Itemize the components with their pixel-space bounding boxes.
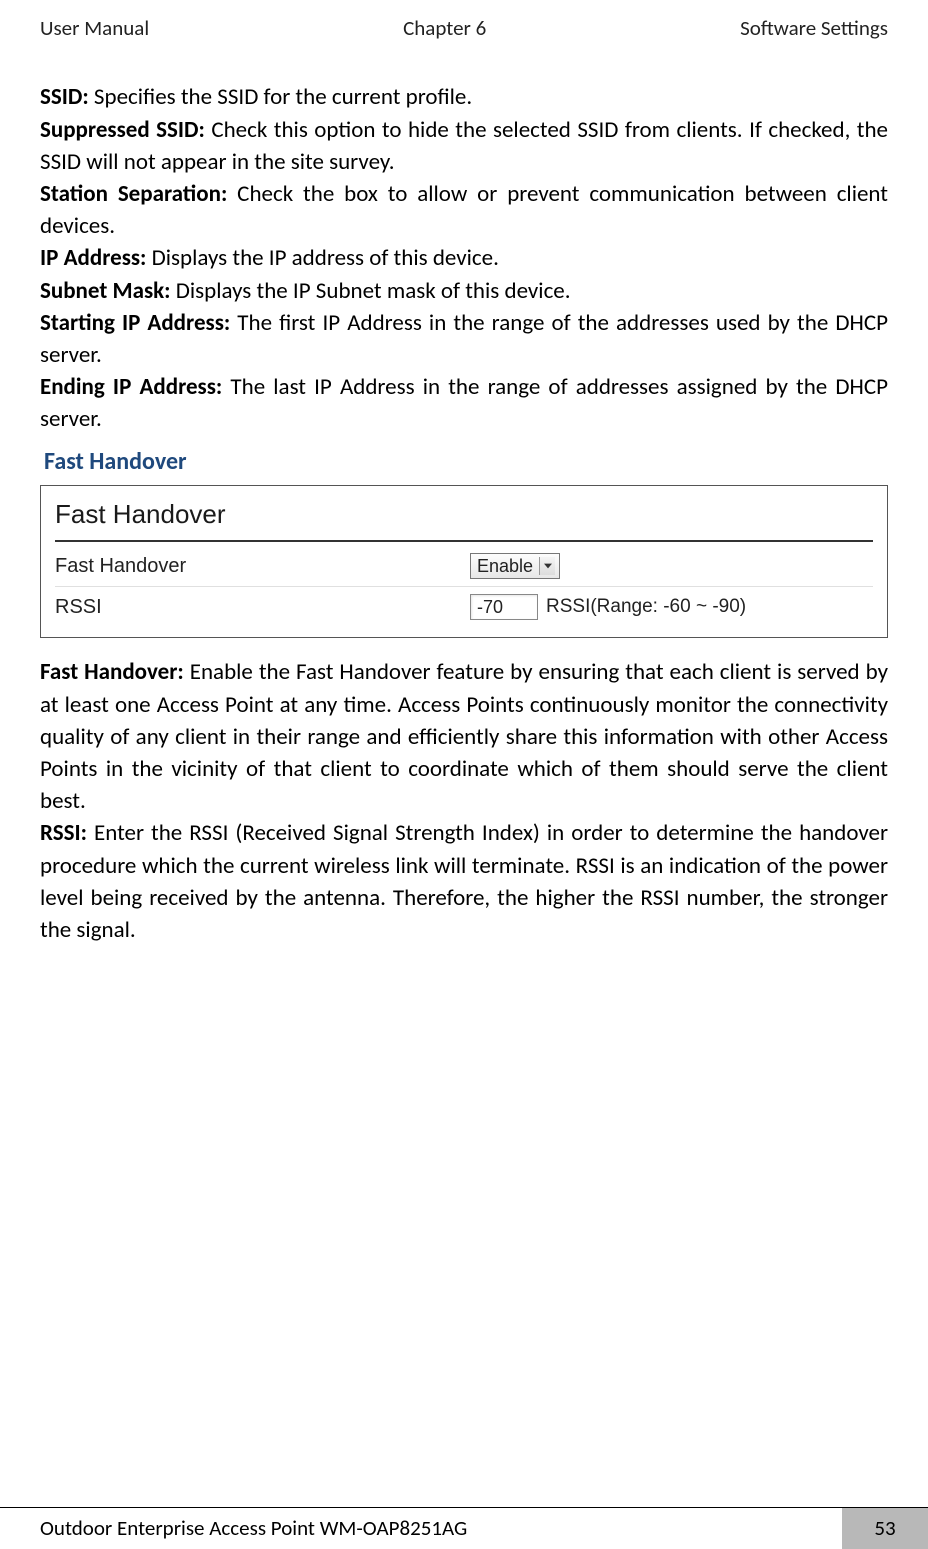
def-station-separation: Station Separation: Check the box to all…: [40, 178, 888, 242]
fast-handover-select-value: Enable: [477, 554, 539, 579]
fast-handover-panel: Fast Handover Fast Handover Enable RSSI …: [40, 485, 888, 638]
header-right: Software Settings: [740, 14, 888, 43]
panel-row-fast-handover: Fast Handover Enable: [55, 546, 873, 586]
text-ssid: Specifies the SSID for the current profi…: [89, 83, 472, 111]
footer-page-number: 53: [842, 1508, 928, 1549]
def-suppressed-ssid: Suppressed SSID: Check this option to hi…: [40, 114, 888, 178]
chevron-down-icon: [539, 557, 555, 575]
text-subnet-mask: Displays the IP Subnet mask of this devi…: [171, 277, 571, 305]
header-left: User Manual: [40, 14, 149, 43]
page-header: User Manual Chapter 6 Software Settings: [40, 14, 888, 43]
header-center: Chapter 6: [403, 14, 486, 43]
term-ssid: SSID:: [40, 83, 89, 111]
fast-handover-select[interactable]: Enable: [470, 553, 560, 579]
section-heading-fast-handover: Fast Handover: [44, 445, 888, 479]
text-rssi: Enter the RSSI (Received Signal Strength…: [40, 819, 888, 944]
page-footer: Outdoor Enterprise Access Point WM-OAP82…: [0, 1507, 928, 1549]
def-rssi: RSSI: Enter the RSSI (Received Signal St…: [40, 817, 888, 946]
term-suppressed-ssid: Suppressed SSID:: [40, 116, 205, 144]
term-starting-ip: Starting IP Address:: [40, 309, 230, 337]
rssi-input[interactable]: [470, 594, 538, 620]
term-rssi: RSSI:: [40, 819, 87, 847]
term-fast-handover: Fast Handover:: [40, 658, 184, 686]
def-subnet-mask: Subnet Mask: Displays the IP Subnet mask…: [40, 275, 888, 307]
panel-title: Fast Handover: [55, 496, 873, 532]
post-panel-text: Fast Handover: Enable the Fast Handover …: [40, 656, 888, 946]
term-ending-ip: Ending IP Address:: [40, 373, 222, 401]
term-station-separation: Station Separation:: [40, 180, 227, 208]
rssi-range-note: RSSI(Range: -60 ~ -90): [546, 594, 746, 621]
label-fast-handover: Fast Handover: [55, 552, 470, 580]
footer-title: Outdoor Enterprise Access Point WM-OAP82…: [0, 1508, 842, 1549]
def-starting-ip: Starting IP Address: The first IP Addres…: [40, 307, 888, 371]
term-subnet-mask: Subnet Mask:: [40, 277, 171, 305]
def-fast-handover: Fast Handover: Enable the Fast Handover …: [40, 656, 888, 817]
panel-divider: [55, 540, 873, 542]
term-ip-address: IP Address:: [40, 244, 146, 272]
def-ip-address: IP Address: Displays the IP address of t…: [40, 242, 888, 274]
label-rssi: RSSI: [55, 593, 470, 621]
def-ending-ip: Ending IP Address: The last IP Address i…: [40, 371, 888, 435]
text-ip-address: Displays the IP address of this device.: [146, 244, 498, 272]
def-ssid: SSID: Specifies the SSID for the current…: [40, 81, 888, 113]
panel-row-rssi: RSSI RSSI(Range: -60 ~ -90): [55, 586, 873, 627]
body-content: SSID: Specifies the SSID for the current…: [40, 81, 888, 435]
